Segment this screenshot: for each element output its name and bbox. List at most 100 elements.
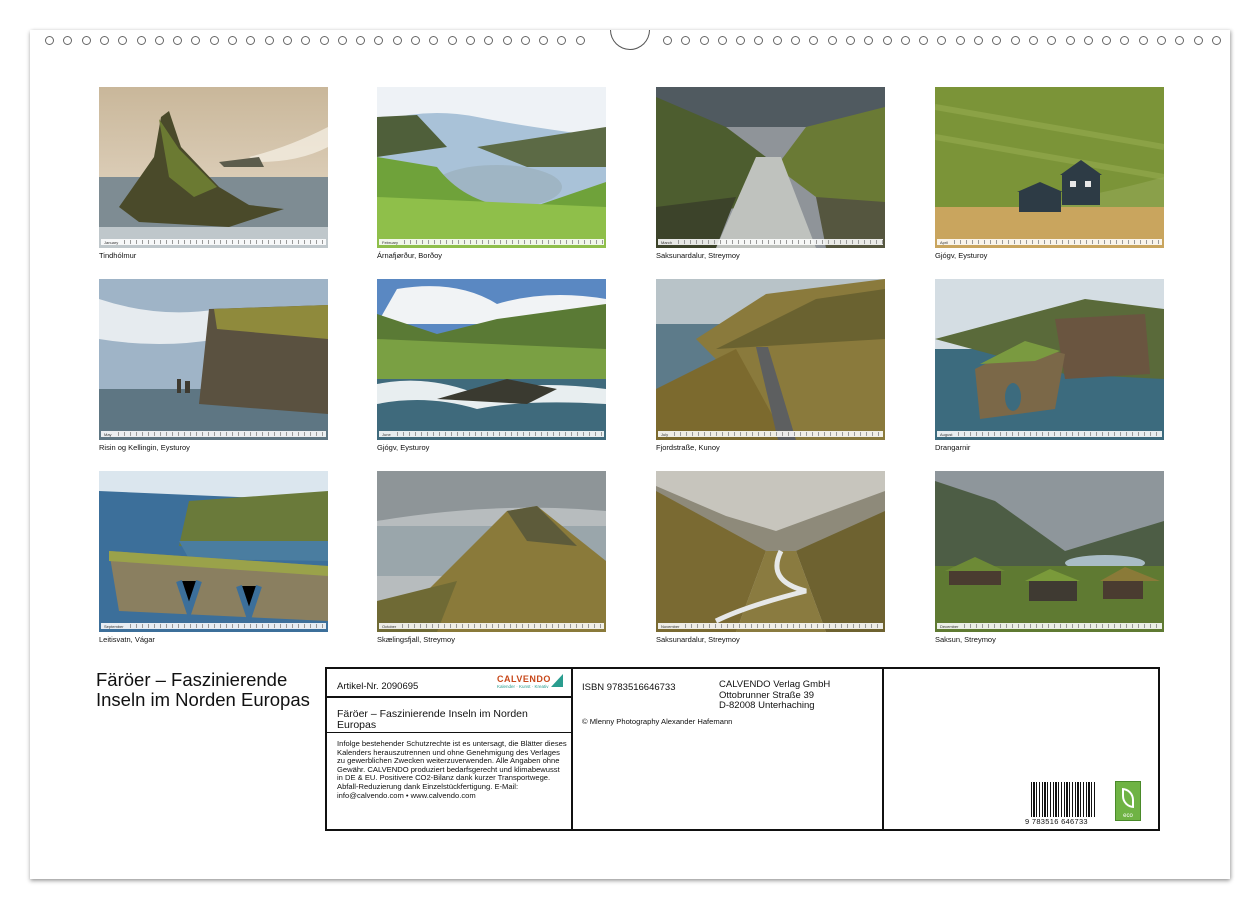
binding-ring [1212, 36, 1221, 45]
divider [327, 732, 571, 733]
photo-fjord-lake [377, 87, 606, 248]
binding-ring [1120, 36, 1129, 45]
binding-ring [45, 36, 54, 45]
legal-text: Infolge bestehender Schutzrechte ist es … [337, 739, 567, 800]
month-thumbnail-june[interactable]: June [377, 279, 606, 440]
photo-arch-rock [935, 279, 1164, 440]
caption-july: Fjordstraße, Kunoy [656, 443, 720, 452]
binding-ring [191, 36, 200, 45]
binding-ring [901, 36, 910, 45]
binding-ring [521, 36, 530, 45]
binding-ring [82, 36, 91, 45]
photo-valley-river [656, 87, 885, 248]
month-thumbnail-april[interactable]: April [935, 87, 1164, 248]
barcode-icon [1031, 782, 1097, 817]
month-thumbnail-august[interactable]: August [935, 279, 1164, 440]
month-thumbnail-july[interactable]: July [656, 279, 885, 440]
isbn: ISBN 9783516646733 [582, 682, 676, 693]
leaf-icon: eco [1115, 781, 1141, 821]
publisher-address: CALVENDO Verlag GmbH Ottobrunner Straße … [719, 679, 830, 712]
photo-sea-cliffs [99, 279, 328, 440]
binding-ring [828, 36, 837, 45]
month-thumbnail-september[interactable]: September [99, 471, 328, 632]
photo-lake-above-sea [99, 471, 328, 632]
binding-ring [864, 36, 873, 45]
binding-ring [137, 36, 146, 45]
binding-ring [1194, 36, 1203, 45]
binding-ring [846, 36, 855, 45]
binding-ring [448, 36, 457, 45]
month-label: August [940, 431, 953, 437]
date-strip: July [658, 431, 883, 437]
divider [882, 669, 884, 829]
binding-ring [576, 36, 585, 45]
binding-ring [393, 36, 402, 45]
binding-ring [320, 36, 329, 45]
article-number: Artikel-Nr. 2090695 [337, 681, 419, 692]
eco-leaf-shape [1122, 788, 1134, 808]
binding-ring [773, 36, 782, 45]
caption-october: Skælingsfjall, Streymoy [377, 635, 455, 644]
binding-ring [484, 36, 493, 45]
month-thumbnail-november[interactable]: November [656, 471, 885, 632]
month-label: May [104, 431, 112, 437]
photo-turf-houses [935, 471, 1164, 632]
caption-february: Árnafjørður, Borðoy [377, 251, 443, 260]
month-label: February [382, 239, 399, 245]
binding-ring [283, 36, 292, 45]
date-strip: March [658, 239, 883, 245]
caption-may: Risin og Kellingin, Eysturoy [99, 443, 190, 452]
divider [327, 696, 571, 698]
binding-ring [100, 36, 109, 45]
binding-ring [700, 36, 709, 45]
month-thumbnail-january[interactable]: January [99, 87, 328, 248]
caption-june: Gjógv, Eysturoy [377, 443, 430, 452]
caption-december: Saksun, Streymoy [935, 635, 996, 644]
month-label: November [661, 623, 680, 629]
product-title: Färöer – Faszinierende Inseln im Norden … [337, 708, 528, 731]
date-strip: December [937, 623, 1162, 629]
binding-ring [736, 36, 745, 45]
month-thumbnail-december[interactable]: December [935, 471, 1164, 632]
caption-march: Saksunardalur, Streymoy [656, 251, 740, 260]
binding-ring [1102, 36, 1111, 45]
photo-sea-stack [99, 87, 328, 248]
month-thumbnail-may[interactable]: May [99, 279, 328, 440]
eco-label: eco [1123, 813, 1133, 819]
date-strip: June [379, 431, 604, 437]
date-strip: September [101, 623, 326, 629]
date-strip: August [937, 431, 1162, 437]
divider [571, 669, 573, 829]
month-label: December [940, 623, 959, 629]
date-strip: October [379, 623, 604, 629]
photo-mountain-road [656, 279, 885, 440]
binding-ring [1066, 36, 1075, 45]
copyright: © Mlenny Photography Alexander Hafemann [582, 717, 733, 726]
binding-ring [791, 36, 800, 45]
binding-ring [411, 36, 420, 45]
binding-ring [919, 36, 928, 45]
binding-ring [809, 36, 818, 45]
binding-ring [118, 36, 127, 45]
month-thumbnail-march[interactable]: March [656, 87, 885, 248]
date-strip: February [379, 239, 604, 245]
month-thumbnail-october[interactable]: October [377, 471, 606, 632]
caption-november: Saksunardalur, Streymoy [656, 635, 740, 644]
binding-ring [228, 36, 237, 45]
binding-ring [937, 36, 946, 45]
binding-ring [1157, 36, 1166, 45]
binding-ring [246, 36, 255, 45]
month-thumbnail-february[interactable]: February [377, 87, 606, 248]
publisher-city: D-82008 Unterhaching [719, 700, 815, 711]
binding-ring [374, 36, 383, 45]
binding-ring [173, 36, 182, 45]
caption-august: Drangarnir [935, 443, 971, 452]
date-strip: January [101, 239, 326, 245]
binding-ring [539, 36, 548, 45]
binding-ring [265, 36, 274, 45]
binding-ring [754, 36, 763, 45]
photo-black-house [935, 87, 1164, 248]
photo-coast-waves [377, 279, 606, 440]
binding-ring [210, 36, 219, 45]
date-strip: May [101, 431, 326, 437]
